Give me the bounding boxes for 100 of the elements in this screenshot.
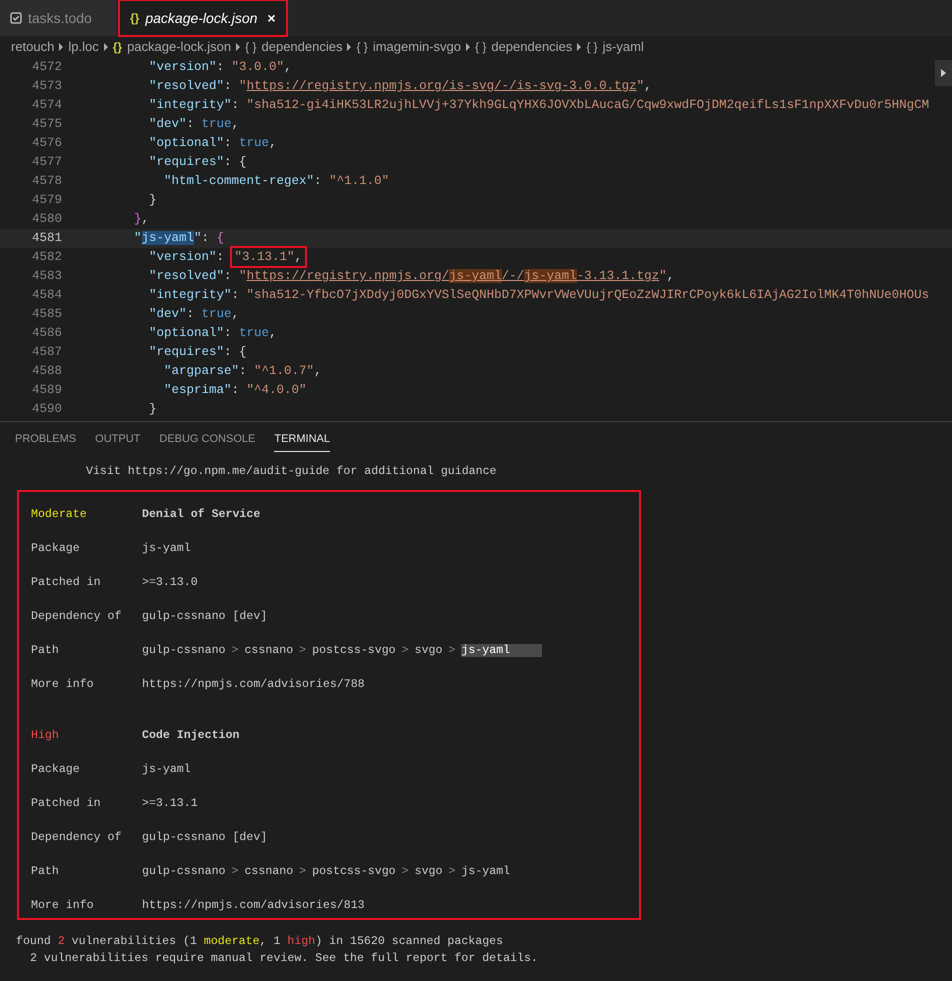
path-separator: > <box>447 644 456 657</box>
path-separator: > <box>298 644 308 657</box>
chevron-right-icon <box>577 42 582 50</box>
object-icon: { } <box>474 38 486 56</box>
code-line: "dev": true, <box>148 116 240 133</box>
field-value: gulp-cssnano [dev] <box>142 830 268 846</box>
json-file-icon: {} <box>112 38 122 56</box>
scroll-right-button[interactable] <box>935 60 952 86</box>
close-icon[interactable]: × <box>267 8 276 28</box>
chevron-right-icon <box>236 42 240 50</box>
code-line: "resolved": "https://registry.npmjs.org/is-svg/-/is-svg-3.0.0.tgz", <box>148 78 652 95</box>
chevron-right-icon <box>104 42 108 50</box>
line-number: 4586 <box>30 325 62 342</box>
code-line: "html-comment-regex": "^1.1.0" <box>163 173 390 190</box>
breadcrumb-item[interactable]: imagemin-svgo <box>372 36 461 56</box>
breadcrumb-item[interactable]: package-lock.json <box>127 36 232 56</box>
package-name: js-yaml <box>461 865 510 878</box>
line-number: 4578 <box>30 173 62 190</box>
code-line: "argparse": "^1.0.7", <box>163 363 322 380</box>
summary-detail: 2 vulnerabilities require manual review. See the full report for details. <box>29 951 539 967</box>
line-number: 4572 <box>30 59 62 76</box>
editor-tab[interactable]: {} package-lock.json × <box>120 1 286 35</box>
advisory-title: Code Injection <box>142 728 240 744</box>
object-icon: { } <box>356 38 368 56</box>
path-separator: > <box>230 865 240 878</box>
editor-tab[interactable]: tasks.todo <box>0 0 116 36</box>
package-name: cssnano <box>244 865 294 878</box>
field-label: Dependency of <box>31 609 122 625</box>
chevron-right-icon <box>466 42 470 50</box>
path-separator: > <box>298 865 308 878</box>
package-name: cssnano <box>244 644 294 657</box>
line-number: 4584 <box>30 287 62 304</box>
severity-label: Moderate <box>31 507 88 523</box>
line-number: 4590 <box>30 401 62 418</box>
panel-tab[interactable]: OUTPUT <box>95 427 140 452</box>
triangle-right-icon <box>941 69 946 77</box>
field-label: Path <box>31 864 60 880</box>
field-label: More info <box>31 898 95 914</box>
line-number: 4581 <box>30 230 62 247</box>
field-value: gulp-cssnano [dev] <box>142 609 268 625</box>
line-number: 4582 <box>30 249 62 266</box>
field-label: Dependency of <box>31 830 122 846</box>
checkbox-icon <box>10 12 22 24</box>
field-value: >=3.13.0 <box>142 575 198 591</box>
line-number: 4580 <box>30 211 62 228</box>
code-line: "integrity": "sha512-gi4iHK53LR2ujhLVVj+37Ykh9GLqYHX6JOVXbLAucaG/Cqw9xwdFOjDM2qeifLs1sF1npXXFvDu0r5HNgCM <box>148 97 930 114</box>
code-line: } <box>148 192 157 209</box>
chevron-right-icon <box>347 42 352 50</box>
code-line: "esprima": "^4.0.0" <box>163 382 307 399</box>
package-name: gulp-cssnano <box>142 865 226 878</box>
annotation-box: "3.13.1", <box>232 248 306 266</box>
path-separator: > <box>447 865 456 878</box>
field-label: Path <box>31 643 60 659</box>
severity-label: High <box>31 728 60 744</box>
chevron-right-icon <box>59 42 64 50</box>
code-line: "requires": { <box>148 154 247 171</box>
code-line: "integrity": "sha512-YfbcO7jXDdyj0DGxYVSlSeQNHbD7XPWvrVWeVUujrQEoZzWJIRrCPoyk6kL6IAjAG2IolMK4T0hNUe0HOUs <box>148 287 930 304</box>
breadcrumb-item[interactable]: js-yaml <box>602 36 644 56</box>
code-line: "resolved": "https://registry.npmjs.org/js-yaml/-/js-yaml-3.13.1.tgz", <box>148 268 674 285</box>
breadcrumb-item[interactable]: dependencies <box>491 36 572 56</box>
code-line: "js-yaml": { <box>133 230 224 247</box>
panel-tab[interactable]: TERMINAL <box>274 427 330 452</box>
line-number: 4574 <box>30 97 62 114</box>
line-number: 4587 <box>30 344 62 361</box>
object-icon: { } <box>586 38 598 56</box>
field-label: Patched in <box>31 796 102 812</box>
field-label: More info <box>31 677 95 693</box>
line-number: 4583 <box>30 268 62 285</box>
package-name: gulp-cssnano <box>142 644 226 657</box>
summary-line: found 2 vulnerabilities (1 moderate, 1 high) in 15620 scanned packages <box>16 934 504 950</box>
field-label: Package <box>31 541 81 557</box>
field-value: js-yaml <box>142 762 191 778</box>
code-line: }, <box>133 211 150 228</box>
line-number: 4577 <box>30 154 62 171</box>
field-value: js-yaml <box>142 541 191 557</box>
line-number: 4573 <box>30 78 62 95</box>
panel-tab[interactable]: PROBLEMS <box>15 427 76 452</box>
package-name: svgo <box>414 644 442 657</box>
field-label: Package <box>31 762 81 778</box>
code-line: "dev": true, <box>148 306 240 323</box>
path-separator: > <box>400 865 410 878</box>
code-line: } <box>148 401 157 418</box>
code-line: "requires": { <box>148 344 247 361</box>
json-icon: {} <box>130 9 140 27</box>
field-value: >=3.13.1 <box>142 796 198 812</box>
code-line: "optional": true, <box>148 135 277 152</box>
code-line: "version": "3.0.0", <box>148 59 292 76</box>
line-number: 4589 <box>30 382 62 399</box>
terminal-line: Visit https://go.npm.me/audit-guide for additional guidance <box>85 464 498 480</box>
advisory-title: Denial of Service <box>142 507 260 523</box>
breadcrumb-item[interactable]: retouch <box>11 36 54 56</box>
package-name: postcss-svgo <box>312 644 396 657</box>
package-name: postcss-svgo <box>312 865 396 878</box>
path-separator: > <box>400 644 410 657</box>
breadcrumb-item[interactable]: lp.loc <box>68 36 99 56</box>
object-icon: { } <box>245 38 256 56</box>
line-number: 4575 <box>30 116 62 133</box>
line-number: 4576 <box>30 135 62 152</box>
panel-tab[interactable]: DEBUG CONSOLE <box>159 427 256 452</box>
breadcrumb-item[interactable]: dependencies <box>262 36 342 56</box>
